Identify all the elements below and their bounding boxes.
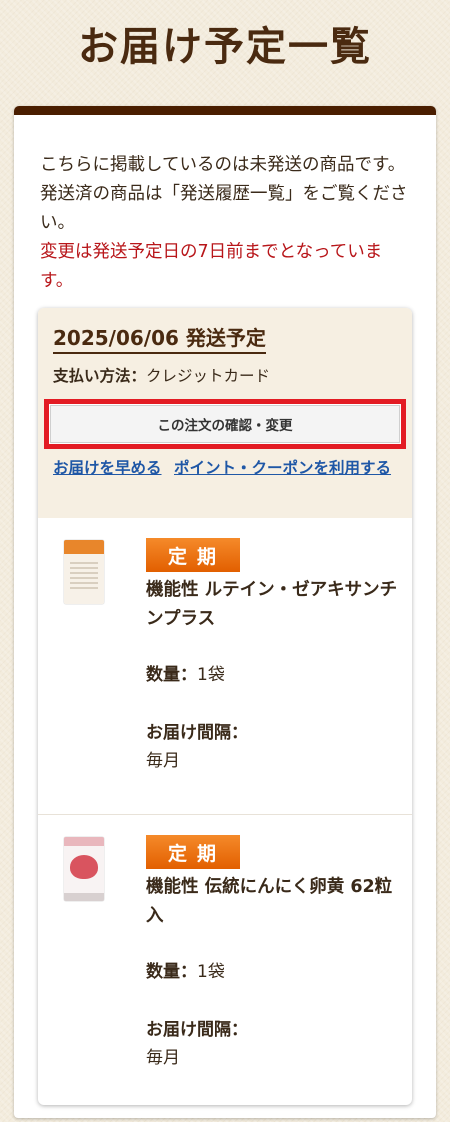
payment-value: クレジットカード xyxy=(146,367,271,385)
order-header: 2025/06/06 発送予定 支払い方法：クレジットカード この注文の確認・変… xyxy=(38,308,412,518)
confirm-change-button[interactable]: この注文の確認・変更 xyxy=(50,405,400,443)
interval-value: 毎月 xyxy=(146,751,180,771)
subscription-badge: 定期 xyxy=(146,835,240,869)
product-name: 機能性 ルテイン・ゼアキサンチンプラス xyxy=(146,580,398,629)
payment-label: 支払い方法： xyxy=(53,367,147,385)
page-title: お届け予定一覧 xyxy=(78,24,372,70)
ship-date: 2025/06/06 発送予定 xyxy=(53,322,266,354)
interval-value: 毎月 xyxy=(146,1048,180,1068)
use-points-coupon-link[interactable]: ポイント・クーポンを利用する xyxy=(174,456,404,480)
quantity-label: 数量： xyxy=(146,665,197,685)
quantity-value: 1袋 xyxy=(197,665,225,685)
change-deadline-notice: 変更は発送予定日の7日前までとなっています。 xyxy=(40,242,383,291)
subscription-badge: 定期 xyxy=(146,538,240,572)
product-item: 定期 機能性 伝統にんにく卵黄 62粒入 数量：1袋 お届け間隔： 毎月 xyxy=(38,814,412,1105)
product-image xyxy=(64,837,104,901)
interval-label: お届け間隔： xyxy=(146,723,248,743)
quantity: 数量：1袋 xyxy=(146,660,225,685)
order-box: 2025/06/06 発送予定 支払い方法：クレジットカード この注文の確認・変… xyxy=(38,308,412,1105)
product-name: 機能性 伝統にんにく卵黄 62粒入 xyxy=(146,877,393,926)
product-image xyxy=(64,540,104,604)
payment-method: 支払い方法：クレジットカード xyxy=(53,364,270,386)
quantity-value: 1袋 xyxy=(197,962,225,982)
product-item: 定期 機能性 ルテイン・ゼアキサンチンプラス 数量：1袋 お届け間隔： 毎月 xyxy=(38,518,412,814)
expedite-delivery-link[interactable]: お届けを早める xyxy=(53,456,163,480)
confirm-highlight: この注文の確認・変更 xyxy=(44,399,406,449)
interval-label: お届け間隔： xyxy=(146,1020,248,1040)
quantity-label: 数量： xyxy=(146,962,197,982)
intro-text: こちらに掲載しているのは未発送の商品です。発送済の商品は「発送履歴一覧」をご覧く… xyxy=(40,151,410,296)
schedule-card: こちらに掲載しているのは未発送の商品です。発送済の商品は「発送履歴一覧」をご覧く… xyxy=(14,106,436,1118)
intro-description: こちらに掲載しているのは未発送の商品です。発送済の商品は「発送履歴一覧」をご覧く… xyxy=(40,155,408,233)
quantity: 数量：1袋 xyxy=(146,957,225,982)
